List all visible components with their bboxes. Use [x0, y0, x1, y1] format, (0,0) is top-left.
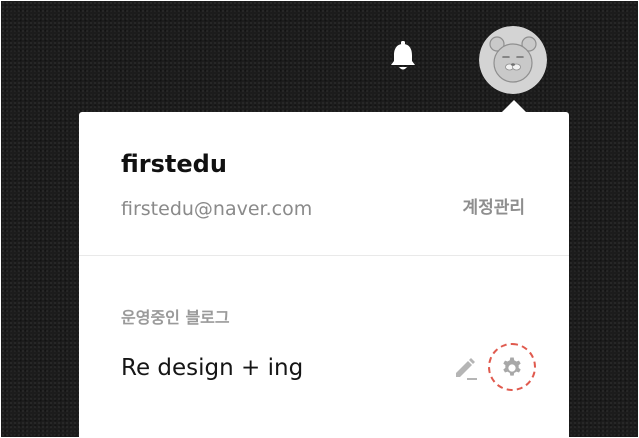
- bell-icon[interactable]: [385, 39, 421, 75]
- divider: [79, 255, 569, 256]
- blog-section-label: 운영중인 블로그: [121, 308, 230, 327]
- blog-name-link[interactable]: Re design + ing: [121, 353, 303, 383]
- pencil-icon[interactable]: [452, 355, 478, 381]
- username: firstedu: [121, 150, 227, 178]
- avatar[interactable]: [479, 26, 547, 94]
- profile-dropdown: firstedu firstedu@naver.com 계정관리 운영중인 블로…: [79, 112, 569, 437]
- gear-icon[interactable]: [500, 356, 524, 380]
- blog-header-background: firstedu firstedu@naver.com 계정관리 운영중인 블로…: [1, 1, 638, 437]
- email-address: firstedu@naver.com: [121, 198, 313, 220]
- account-management-link[interactable]: 계정관리: [462, 196, 525, 220]
